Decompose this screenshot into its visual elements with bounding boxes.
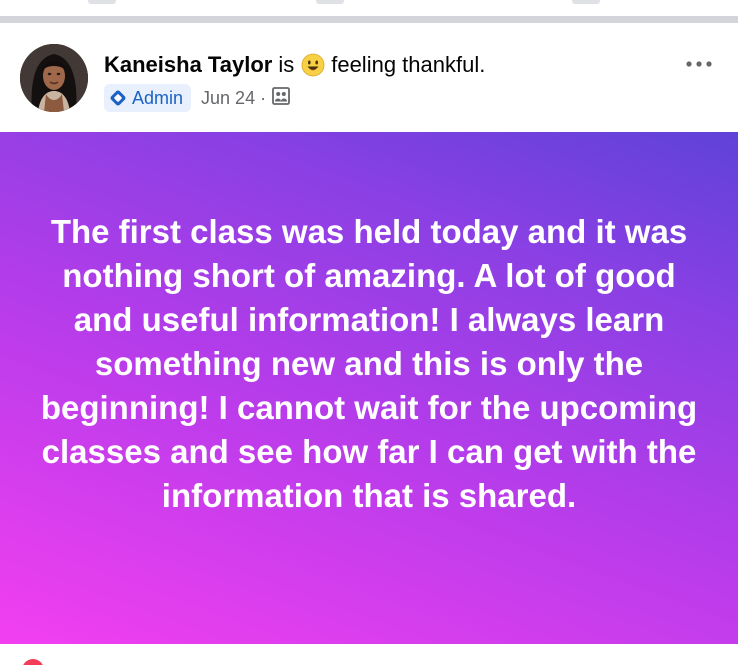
post-text: The first class was held today and it wa… <box>40 213 698 514</box>
post-date-link[interactable]: Jun 24 <box>201 88 255 109</box>
smiling-emoji-icon <box>301 53 325 77</box>
group-audience-icon <box>271 86 291 111</box>
reaction-bar <box>0 644 738 665</box>
post-meta: Admin Jun 24 · <box>104 84 291 112</box>
previous-post-action-stub <box>88 0 116 4</box>
post-header: Kaneisha Taylor is feeling thankful. Adm… <box>0 24 738 132</box>
post-background-card: The first class was held today and it wa… <box>0 132 738 644</box>
admin-diamond-icon <box>110 90 126 106</box>
feed-page: Kaneisha Taylor is feeling thankful. Adm… <box>0 0 738 665</box>
previous-post-action-stub <box>316 0 344 4</box>
previous-post-divider <box>0 0 738 24</box>
previous-post-action-stub <box>572 0 600 4</box>
avatar-photo <box>20 44 88 112</box>
section-divider <box>0 16 738 23</box>
author-verb: is <box>278 52 295 77</box>
author-name-link[interactable]: Kaneisha Taylor <box>104 52 272 78</box>
author-line: Kaneisha Taylor is feeling thankful. <box>104 52 485 78</box>
admin-badge-label: Admin <box>132 87 184 108</box>
more-options-icon <box>686 61 712 67</box>
reaction-icon <box>22 659 44 665</box>
more-options-button[interactable] <box>682 54 716 74</box>
meta-separator: · <box>260 87 267 108</box>
admin-badge[interactable]: Admin <box>104 84 192 112</box>
feeling-text: feeling thankful. <box>331 52 486 77</box>
avatar[interactable] <box>20 44 88 112</box>
